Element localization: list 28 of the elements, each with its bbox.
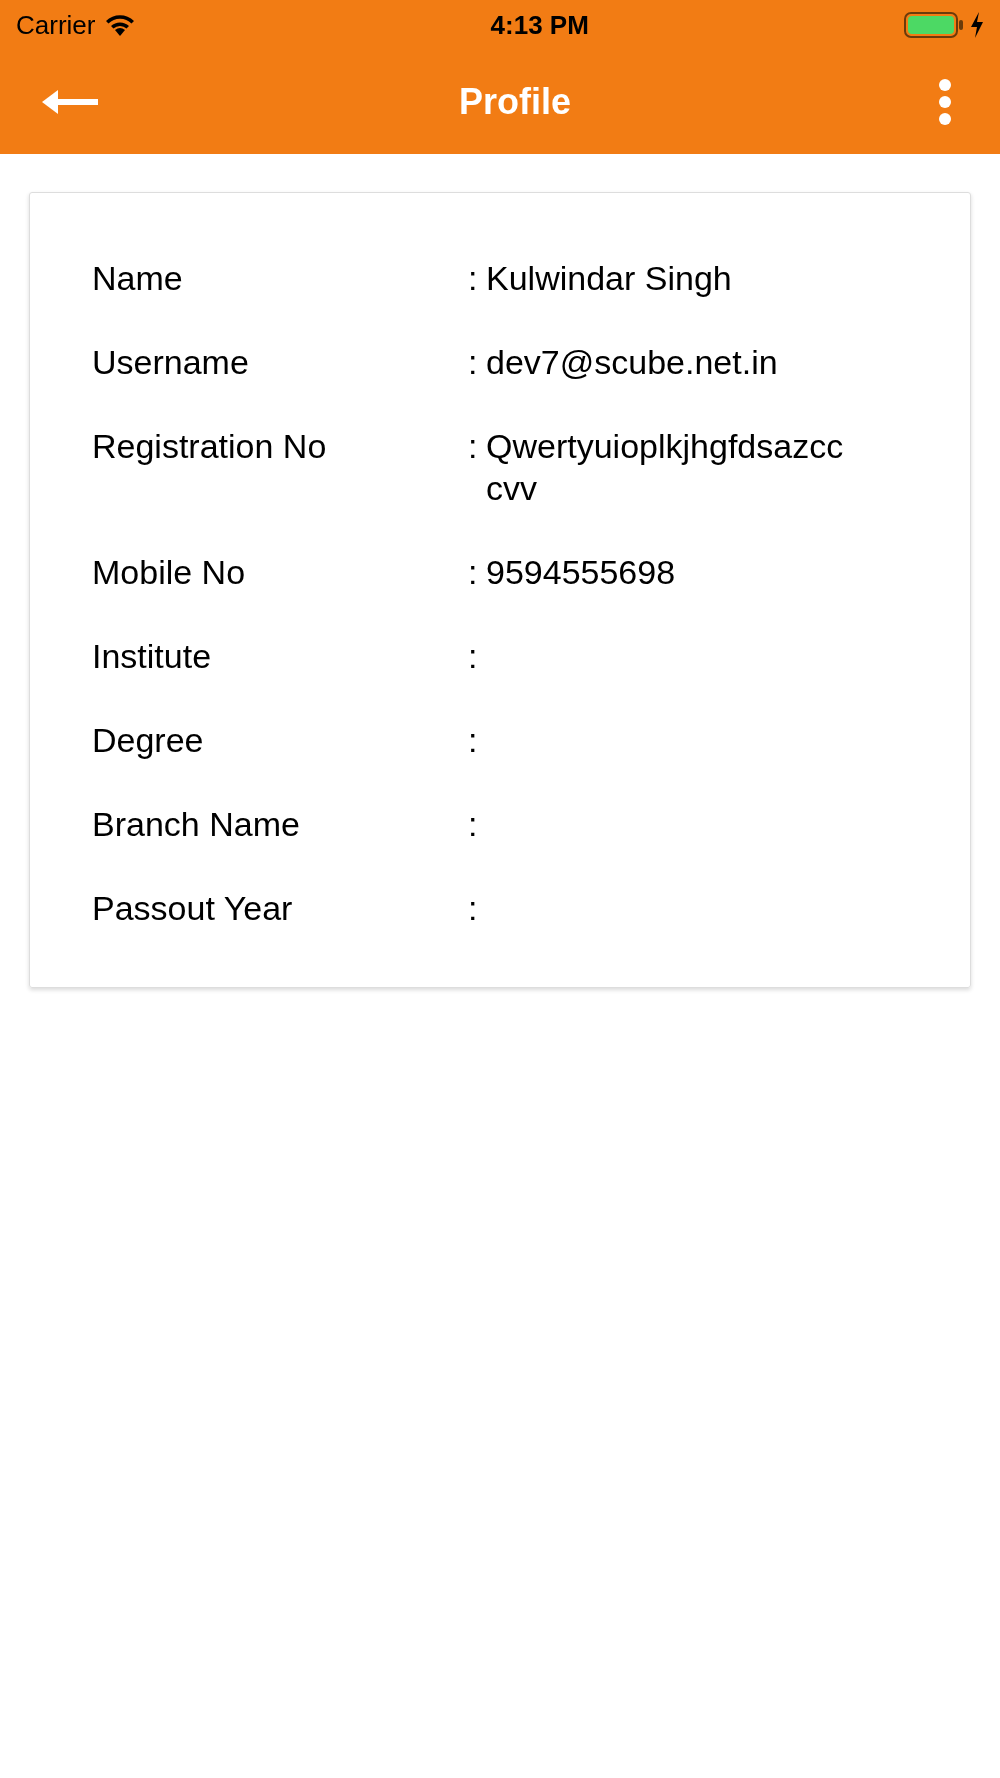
field-label: Degree: [92, 720, 205, 761]
separator: :: [468, 888, 479, 929]
field-value: Qwertyuioplkjhgfdsazcccvv: [486, 426, 845, 509]
field-label: Registration No: [92, 426, 328, 467]
carrier-label: Carrier: [16, 8, 96, 42]
wifi-icon: [105, 14, 136, 36]
field-value: Kulwindar Singh: [486, 258, 733, 299]
separator: :: [468, 636, 479, 677]
field-label: Passout Year: [92, 888, 294, 929]
page-title: Profile: [459, 80, 571, 124]
separator: :: [468, 720, 479, 761]
field-label: Name: [92, 258, 184, 299]
separator: :: [468, 258, 479, 299]
field-value: dev7@scube.net.in: [486, 342, 779, 383]
separator: :: [468, 552, 479, 593]
separator: :: [468, 342, 479, 383]
clock-time: 4:13 PM: [490, 8, 589, 42]
field-value: 9594555698: [486, 552, 677, 593]
battery-icon: [904, 12, 964, 38]
separator: :: [468, 426, 479, 467]
separator: :: [468, 804, 479, 845]
field-label: Mobile No: [92, 552, 247, 593]
field-label: Institute: [92, 636, 213, 677]
field-label: Branch Name: [92, 804, 301, 845]
back-arrow-icon: [40, 87, 100, 117]
charging-icon: [970, 12, 984, 38]
field-label: Username: [92, 342, 250, 383]
more-icon: [938, 78, 952, 126]
